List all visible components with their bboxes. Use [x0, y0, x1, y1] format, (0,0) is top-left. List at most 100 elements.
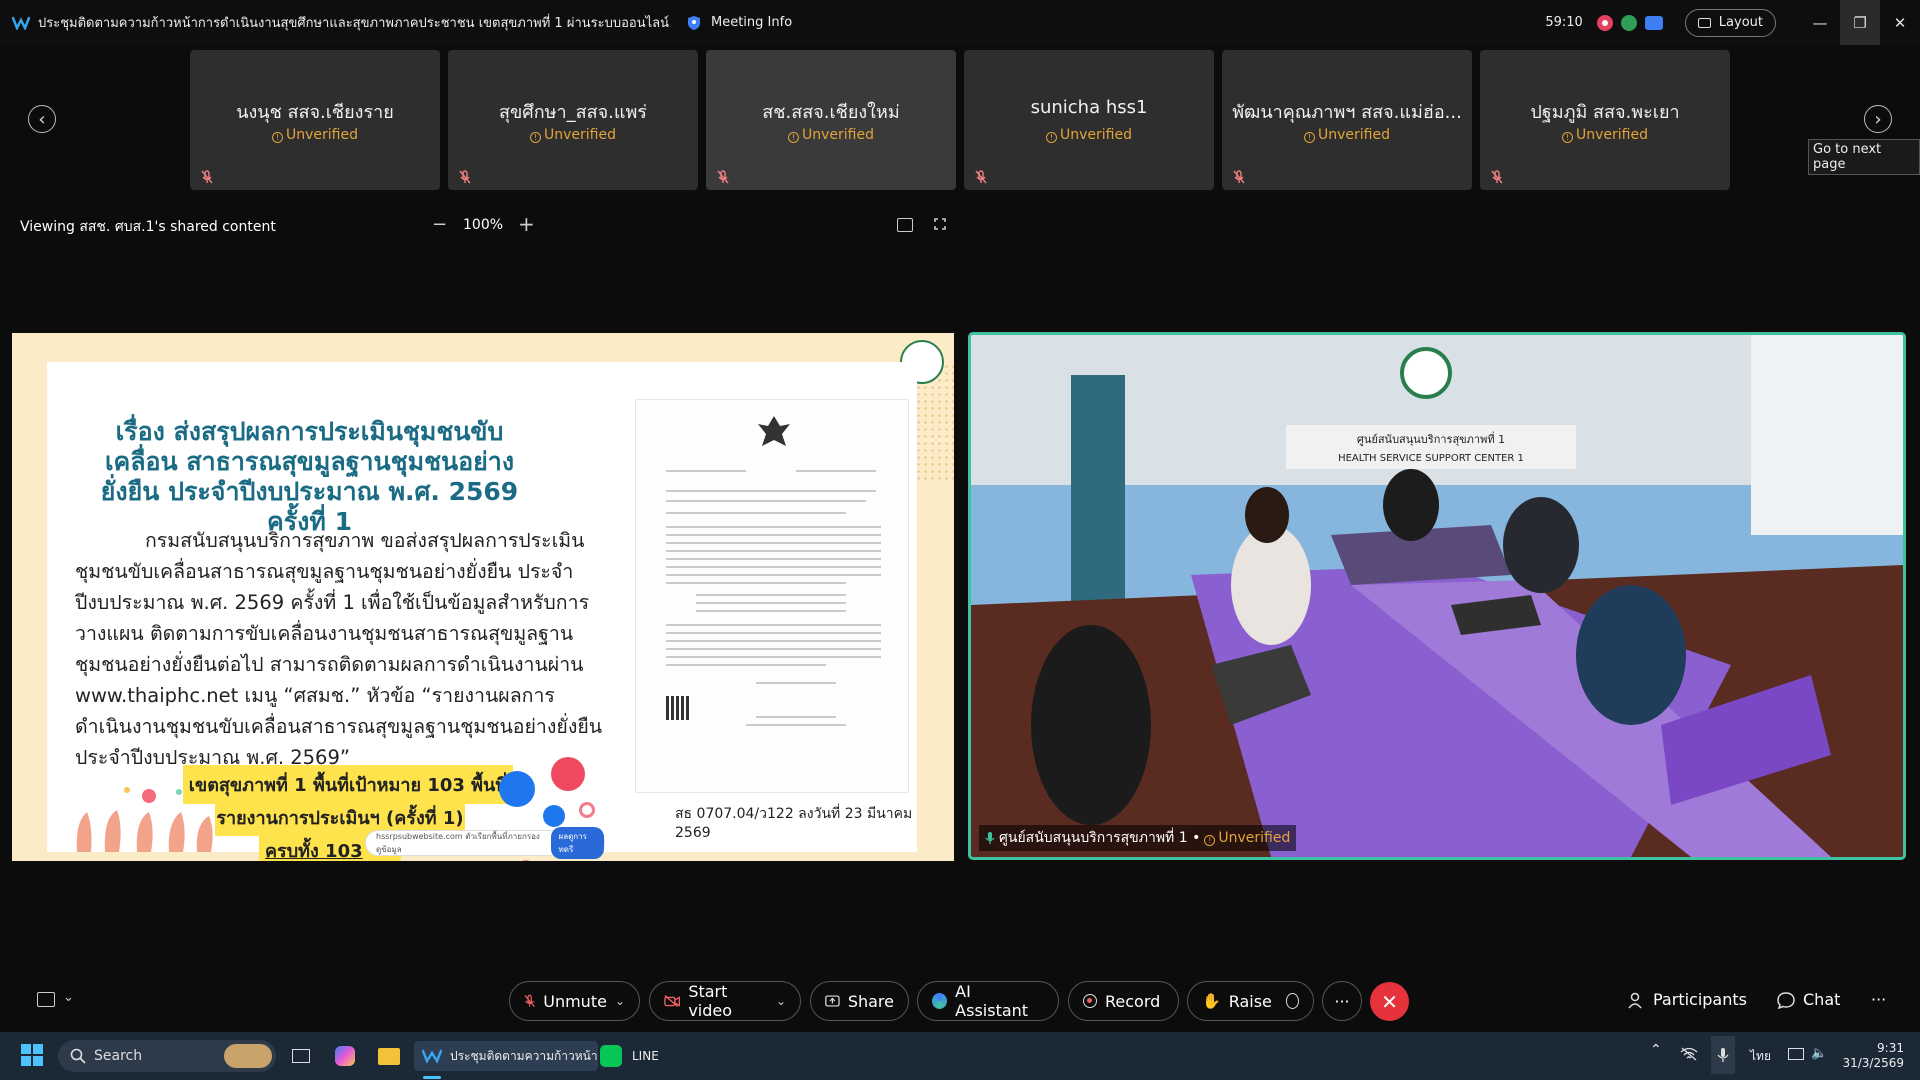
fullscreen-icon[interactable]: [934, 218, 946, 230]
taskbar-search-label: Search: [94, 1048, 143, 1064]
sign-text-english: HEALTH SERVICE SUPPORT CENTER 1: [1338, 453, 1524, 464]
participants-label: Participants: [1653, 990, 1747, 1009]
captions-chevron-down-icon[interactable]: ⌄: [63, 990, 74, 1005]
overflow-icon: ···: [1871, 990, 1887, 1009]
search-highlight-image: [224, 1044, 272, 1068]
document-reference: สธ 0707.04/ว122 ลงวันที่ 23 มีนาคม 2569: [675, 806, 913, 841]
participant-tile[interactable]: นงนุช สสจ.เชียงราย ! Unverified: [190, 50, 440, 190]
leave-meeting-button[interactable]: ✕: [1370, 982, 1409, 1021]
warning-icon: !: [272, 132, 283, 143]
ring-decoration: [579, 802, 595, 818]
taskbar-line-app[interactable]: LINE: [600, 1041, 660, 1071]
share-icon: [825, 995, 840, 1007]
start-video-button[interactable]: Start video ⌄: [649, 981, 801, 1021]
previous-page-button[interactable]: ‹: [28, 105, 56, 133]
minimize-button[interactable]: —: [1800, 0, 1840, 45]
record-label: Record: [1105, 991, 1161, 1011]
overflow-menu-button[interactable]: ···: [1871, 990, 1886, 1009]
participant-tile[interactable]: sunicha hss1 ! Unverified: [964, 50, 1214, 190]
copilot-icon[interactable]: [333, 1041, 357, 1071]
zoom-out-button[interactable]: −: [432, 214, 447, 235]
next-page-tooltip: Go to next page: [1808, 139, 1920, 175]
chat-label: Chat: [1803, 990, 1841, 1009]
pop-out-icon[interactable]: [897, 218, 913, 232]
restore-button[interactable]: ❐: [1840, 0, 1880, 45]
input-language[interactable]: ไทย: [1750, 1047, 1771, 1066]
qr-code: [666, 696, 690, 720]
windows-taskbar: [0, 1032, 1920, 1080]
chat-button[interactable]: Chat: [1777, 990, 1840, 1009]
task-view-icon[interactable]: [289, 1041, 313, 1071]
muted-mic-icon: [459, 170, 471, 184]
network-off-icon[interactable]: [1680, 1047, 1698, 1061]
official-letter-image: [635, 399, 909, 793]
warning-icon: !: [1562, 132, 1573, 143]
participant-tile[interactable]: พัฒนาคุณภาพฯ สสจ.แม่ฮ่อ... ! Unverified: [1222, 50, 1472, 190]
participant-tile[interactable]: สช.สสจ.เชียงใหม่ ! Unverified: [706, 50, 956, 190]
participants-button[interactable]: Participants: [1627, 990, 1747, 1009]
ai-assistant-icon: [932, 993, 948, 1009]
participant-name: ปฐมภูมิ สสจ.พะเยา: [1530, 102, 1680, 123]
webex-icon: [422, 1049, 442, 1064]
record-button[interactable]: Record: [1068, 981, 1179, 1021]
layout-button[interactable]: Layout: [1684, 8, 1776, 37]
network-health-icon[interactable]: [1620, 14, 1637, 31]
meeting-apps-icon[interactable]: [1644, 15, 1663, 30]
webex-logo-icon: [12, 16, 30, 30]
line-app-label: LINE: [632, 1049, 659, 1063]
participant-name: สุขศึกษา_สสจ.แพร่: [499, 102, 647, 123]
reactions-icon[interactable]: [1285, 993, 1299, 1009]
unmute-button[interactable]: Unmute ⌄: [509, 981, 640, 1021]
raise-label: Raise: [1228, 991, 1272, 1011]
chat-icon: [1777, 991, 1795, 1009]
ai-assistant-button[interactable]: AI Assistant: [917, 981, 1059, 1021]
ring-decoration: [519, 860, 533, 861]
windows-start-icon[interactable]: [21, 1044, 43, 1066]
unmute-label: Unmute: [543, 991, 607, 1011]
warning-icon: !: [1304, 132, 1315, 143]
verification-status: ! Unverified: [448, 127, 698, 143]
slide-title: เรื่อง ส่งสรุปผลการประเมินชุมชนขับเคลื่อ…: [100, 417, 519, 536]
search-icon: [70, 1048, 86, 1064]
more-options-button[interactable]: ···: [1322, 981, 1362, 1021]
verification-status: ! Unverified: [190, 127, 440, 143]
share-button[interactable]: Share: [810, 981, 909, 1021]
garuda-emblem-icon: [758, 416, 790, 446]
chevron-down-icon[interactable]: ⌄: [776, 994, 786, 1008]
zoom-in-button[interactable]: +: [518, 212, 535, 236]
participant-tile[interactable]: สุขศึกษา_สสจ.แพร่ ! Unverified: [448, 50, 698, 190]
tray-overflow-chevron-icon[interactable]: ⌃: [1650, 1042, 1662, 1058]
record-icon: [1083, 994, 1097, 1008]
verification-status: ! Unverified: [964, 127, 1214, 143]
participant-tile[interactable]: ปฐมภูมิ สสจ.พะเยา ! Unverified: [1480, 50, 1730, 190]
active-speaker-video[interactable]: ศูนย์สนับสนุนบริการสุขภาพที่ 1 HEALTH SE…: [968, 332, 1906, 860]
heart-icon: [551, 757, 585, 791]
shield-icon[interactable]: [687, 15, 701, 31]
display-icon[interactable]: [1788, 1048, 1804, 1060]
meeting-info-link[interactable]: Meeting Info: [711, 15, 792, 30]
sign-text-thai: ศูนย์สนับสนุนบริการสุขภาพที่ 1: [1357, 431, 1505, 446]
chevron-down-icon[interactable]: ⌄: [615, 994, 625, 1008]
warning-icon: !: [1046, 132, 1057, 143]
participants-icon: [1628, 992, 1642, 1008]
taskbar-webex-app[interactable]: ประชุมติดตามความก้าวหน้า: [414, 1041, 598, 1071]
file-explorer-icon[interactable]: [377, 1041, 401, 1071]
system-clock[interactable]: 9:31 31/3/2569: [1840, 1041, 1904, 1071]
close-window-button[interactable]: ✕: [1880, 0, 1920, 45]
meeting-room-video-frame: ศูนย์สนับสนุนบริการสุขภาพที่ 1 HEALTH SE…: [971, 335, 1903, 857]
recording-indicator-icon[interactable]: [1596, 14, 1613, 31]
muted-mic-icon: [717, 170, 729, 184]
muted-mic-icon: [524, 994, 535, 1008]
raise-hand-icon: ✋: [1202, 992, 1221, 1010]
captions-icon[interactable]: [37, 992, 55, 1007]
layout-label: Layout: [1718, 15, 1763, 30]
participant-name: สช.สสจ.เชียงใหม่: [762, 102, 900, 123]
warning-icon: !: [788, 132, 799, 143]
raise-hand-button[interactable]: ✋ Raise: [1187, 981, 1314, 1021]
microphone-in-use-icon[interactable]: [1711, 1036, 1735, 1074]
next-page-button[interactable]: ›: [1864, 105, 1892, 133]
video-name-label: ศูนย์สนับสนุนบริการสุขภาพที่ 1 • ! Unveri…: [979, 825, 1297, 851]
muted-mic-icon: [975, 170, 987, 184]
layout-icon: [1697, 17, 1711, 28]
speaker-icon[interactable]: 🔈: [1811, 1046, 1827, 1061]
